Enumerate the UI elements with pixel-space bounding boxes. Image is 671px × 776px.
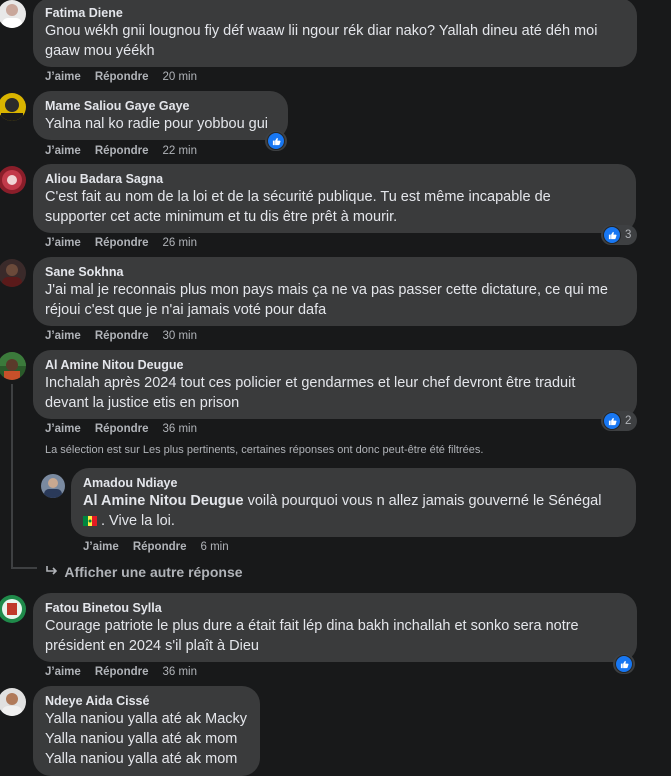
comment-bubble: Mame Saliou Gaye Gaye Yalna nal ko radie… [33,91,288,140]
avatar[interactable] [0,688,26,716]
thread-line [24,468,26,478]
comment-actions: J’aime Répondre 20 min [45,71,211,83]
more-replies-link[interactable]: Afficher une autre réponse [45,564,243,580]
comment-text-line: Yalna nal ko radie pour yobbou gui [45,116,269,132]
timestamp[interactable]: 22 min [162,145,197,157]
avatar[interactable] [0,595,26,623]
reply-text: voilà pourquoi vous n allez jamais gouve… [243,493,602,509]
like-button[interactable]: J’aime [83,541,119,553]
timestamp[interactable]: 26 min [162,237,197,249]
comment-text-line: réjoui c'est que je n'ai jamais voté pou… [45,302,327,318]
comment-actions: J’aime Répondre 36 min [45,666,211,678]
comment-text-line: Inchalah après 2024 tout ces policier et… [45,375,576,391]
timestamp[interactable]: 30 min [162,330,197,342]
comment-text-line: Courage patriote le plus dure a était fa… [45,618,579,634]
comment-text-line: Yalla naniou yalla até ak Macky [45,711,248,727]
senegal-flag-icon [83,512,97,526]
comment-text-line: gaaw mou yéékh [45,43,155,59]
comment-text-line: supporter cet acte minimum et tu dis êtr… [45,209,398,225]
reply-text: . Vive la loi. [101,513,175,529]
reaction-count[interactable]: 2 [601,411,638,431]
timestamp[interactable]: 6 min [200,541,228,553]
comment-text-line: devant la justice etis en prison [45,395,240,411]
reaction-number: 3 [625,229,632,241]
avatar[interactable] [0,259,26,287]
reply-button[interactable]: Répondre [95,237,149,249]
comment-text-line: Gnou wékh gnii lougnou fiy déf waaw lii … [45,23,598,39]
comment-bubble: Aliou Badara Sagna C'est fait au nom de … [33,164,636,233]
reply-button[interactable]: Répondre [95,666,149,678]
comment-author[interactable]: Mame Saliou Gaye Gaye [45,98,276,114]
filter-notice: La sélection est sur Les plus pertinents… [45,444,484,456]
like-button[interactable]: J’aime [45,71,81,83]
comment-author[interactable]: Ndeye Aida Cissé [45,693,248,709]
comment-bubble: Al Amine Nitou Deugue Inchalah après 202… [33,350,637,419]
thread-line [11,567,37,569]
comment-author[interactable]: Aliou Badara Sagna [45,171,624,187]
timestamp[interactable]: 36 min [162,423,197,435]
reply-actions: J’aime Répondre 6 min [83,541,243,553]
reply-text-line: Al Amine Nitou Deugue voilà pourquoi vou… [83,491,624,511]
comment-author[interactable]: Sane Sokhna [45,264,625,280]
mention-tag[interactable]: Al Amine Nitou Deugue [83,493,244,509]
reaction-count[interactable] [265,131,287,151]
avatar[interactable] [41,474,65,498]
comment-text-line: C'est fait au nom de la loi et de la séc… [45,189,551,205]
like-reaction-icon [603,226,621,244]
thread-line [11,384,13,569]
avatar[interactable] [0,0,26,28]
like-reaction-icon [603,412,621,430]
more-replies-label: Afficher une autre réponse [64,564,243,580]
comment-author[interactable]: Amadou Ndiaye [83,475,624,491]
like-button[interactable]: J’aime [45,237,81,249]
comment-author[interactable]: Fatima Diene [45,5,625,21]
comment-bubble: Fatima Diene Gnou wékh gnii lougnou fiy … [33,0,637,67]
comment-actions: J’aime Répondre 22 min [45,145,211,157]
reply-bubble: Amadou Ndiaye Al Amine Nitou Deugue voil… [71,468,636,537]
avatar[interactable] [0,352,26,380]
comment-text-line: président en 2024 s'il plaît à Dieu [45,638,259,654]
avatar[interactable] [0,166,26,194]
reply-button[interactable]: Répondre [95,71,149,83]
reply-button[interactable]: Répondre [95,145,149,157]
comment-text-line: Yalla naniou yalla até ak mom [45,731,238,747]
comment-text-line: J'ai mal je reconnais plus mon pays mais… [45,282,608,298]
like-reaction-icon [267,132,285,150]
reply-text-line: . Vive la loi. [83,511,624,531]
timestamp[interactable]: 36 min [162,666,197,678]
avatar[interactable] [0,93,26,121]
comment-bubble: Ndeye Aida Cissé Yalla naniou yalla até … [33,686,260,776]
reply-arrow-icon [45,564,61,580]
comment-actions: J’aime Répondre 30 min [45,330,211,342]
timestamp[interactable]: 20 min [162,71,197,83]
reaction-count[interactable]: 3 [601,225,638,245]
reply-button[interactable]: Répondre [95,330,149,342]
like-button[interactable]: J’aime [45,330,81,342]
like-button[interactable]: J’aime [45,666,81,678]
comment-author[interactable]: Al Amine Nitou Deugue [45,357,625,373]
comment-author[interactable]: Fatou Binetou Sylla [45,600,625,616]
reaction-number: 2 [625,415,632,427]
like-reaction-icon [615,655,633,673]
comment-actions: J’aime Répondre 36 min [45,423,211,435]
reply-button[interactable]: Répondre [133,541,187,553]
like-button[interactable]: J’aime [45,145,81,157]
reaction-count[interactable] [613,654,635,674]
like-button[interactable]: J’aime [45,423,81,435]
comment-bubble: Fatou Binetou Sylla Courage patriote le … [33,593,637,662]
reply-button[interactable]: Répondre [95,423,149,435]
comment-bubble: Sane Sokhna J'ai mal je reconnais plus m… [33,257,637,326]
comment-actions: J’aime Répondre 26 min [45,237,211,249]
comment-text-line: Yalla naniou yalla até ak mom [45,751,238,767]
